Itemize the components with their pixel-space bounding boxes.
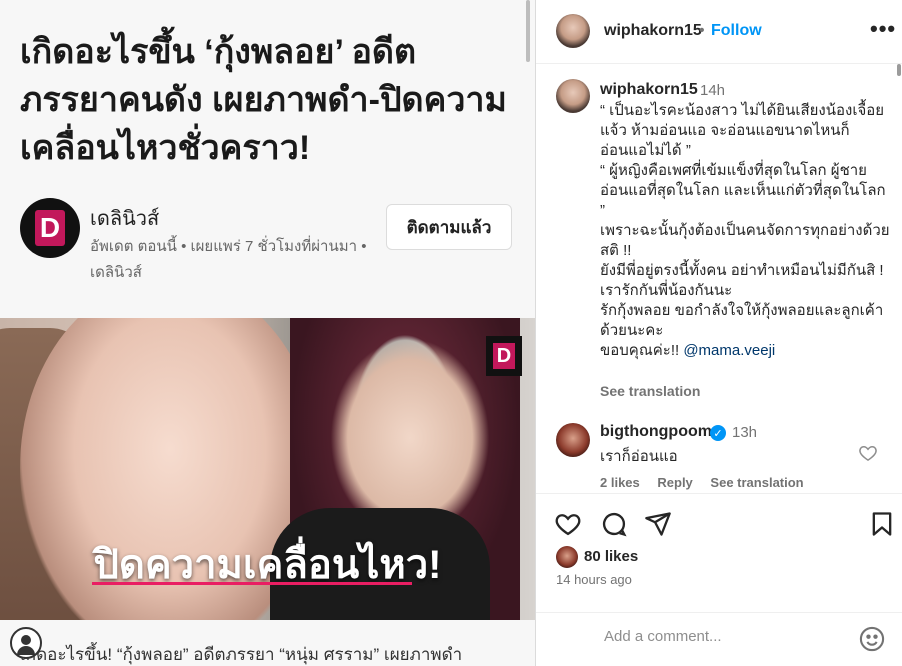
caption-line: ยังมีพี่อยู่ตรงนี้ทั้งคน อย่าทำเหมือนไม่… — [600, 262, 884, 279]
comment-likes-count[interactable]: 2 likes — [600, 475, 640, 490]
article-hero-image[interactable]: D ปิดความเคลื่อนไหว! — [0, 318, 535, 620]
more-options-icon[interactable]: ••• — [870, 16, 896, 42]
hero-caption: ปิดความเคลื่อนไหว! — [93, 543, 442, 587]
heart-icon[interactable] — [554, 510, 582, 538]
caption-thanks-text: ขอบคุณค่ะ!! — [600, 342, 684, 359]
caption-line: “ เป็นอะไรคะน้องสาว ไม่ได้ยินเสียงน้องเจ… — [600, 102, 885, 159]
account-icon[interactable] — [10, 627, 42, 659]
share-icon[interactable] — [644, 510, 672, 538]
publisher-name[interactable]: เดลินิวส์ — [90, 202, 159, 234]
caption-text: “ เป็นอะไรคะน้องสาว ไม่ได้ยินเสียงน้องเจ… — [600, 101, 890, 361]
emoji-icon[interactable] — [858, 625, 886, 653]
verified-badge-icon: ✓ — [710, 425, 726, 441]
instagram-post-panel: wiphakorn15 • Follow ••• wiphakorn15 14h… — [535, 0, 902, 666]
header-follow-button[interactable]: Follow — [711, 22, 762, 40]
comments-list: wiphakorn15 14h “ เป็นอะไรคะน้องสาว ไม่ไ… — [536, 65, 902, 493]
post-header: wiphakorn15 • Follow ••• — [536, 0, 902, 64]
header-avatar[interactable] — [556, 14, 590, 48]
article-scrollbar[interactable] — [526, 0, 530, 62]
article-meta: อัพเดต ตอนนี้ • เผยแพร่ 7 ชั่วโมงที่ผ่าน… — [90, 238, 367, 281]
header-username[interactable]: wiphakorn15 — [604, 22, 702, 40]
article-snippet[interactable]: เกิดอะไรขึ้น! “กุ้งพลอย” อดีตภรรยา “หนุ่… — [20, 641, 462, 666]
comment-icon[interactable] — [600, 510, 628, 538]
post-actions-bar: 80 likes 14 hours ago — [536, 493, 902, 622]
bookmark-icon[interactable] — [868, 510, 896, 538]
comment-actions: 2 likes Reply See translation — [600, 475, 818, 490]
comment-reply-button[interactable]: Reply — [657, 475, 692, 490]
caption-username[interactable]: wiphakorn15 — [600, 81, 698, 99]
publisher-follow-button[interactable]: ติดตามแล้ว — [386, 204, 512, 250]
caption-line: เพราะฉะนั้นกุ้งต้องเป็นคนจัดการทุกอย่างด… — [600, 222, 890, 259]
caption-line: “ ผู้หญิงคือเพศที่เข้มแข็งที่สุดในโลก ผู… — [600, 162, 886, 219]
caption-line: เรารักกันพี่น้องกันนะ — [600, 282, 733, 299]
publisher-logo[interactable]: D — [20, 198, 80, 258]
post-age[interactable]: 14 hours ago — [556, 572, 632, 587]
caption-mention-link[interactable]: @mama.veeji — [683, 342, 775, 359]
comment-avatar[interactable] — [556, 423, 590, 457]
comment-username[interactable]: bigthongpoom — [600, 423, 712, 441]
caption-line-last: ขอบคุณค่ะ!! @mama.veeji — [600, 341, 890, 361]
caption-see-translation[interactable]: See translation — [600, 383, 700, 399]
hero-brand-badge: D — [486, 336, 522, 376]
likes-count[interactable]: 80 likes — [584, 548, 638, 565]
hero-brand-badge-letter: D — [493, 343, 515, 369]
account-icon-shoulders — [17, 646, 35, 655]
article-headline: เกิดอะไรขึ้น ‘กุ้งพลอย’ อดีตภรรยาคนดัง เ… — [20, 33, 507, 167]
caption-time[interactable]: 14h — [700, 82, 725, 99]
news-article-panel: เกิดอะไรขึ้น ‘กุ้งพลอย’ อดีตภรรยาคนดัง เ… — [0, 0, 535, 666]
add-comment-input[interactable] — [604, 628, 854, 645]
add-comment-bar — [536, 612, 902, 666]
publisher-logo-letter: D — [35, 210, 65, 246]
caption-avatar[interactable] — [556, 79, 590, 113]
caption-line: รักกุ้งพลอย ขอกำลังใจให้กุ้งพลอยและลูกเค… — [600, 302, 884, 339]
comment-time[interactable]: 13h — [732, 424, 757, 441]
account-icon-head — [21, 635, 31, 645]
header-separator-dot: • — [699, 22, 705, 39]
comment-text: เราก็อ่อนแอ — [600, 448, 678, 465]
comment-see-translation[interactable]: See translation — [710, 475, 803, 490]
hero-caption-underline — [92, 582, 412, 585]
comment-like-heart-icon[interactable] — [858, 443, 878, 463]
likes-avatar[interactable] — [556, 546, 578, 568]
